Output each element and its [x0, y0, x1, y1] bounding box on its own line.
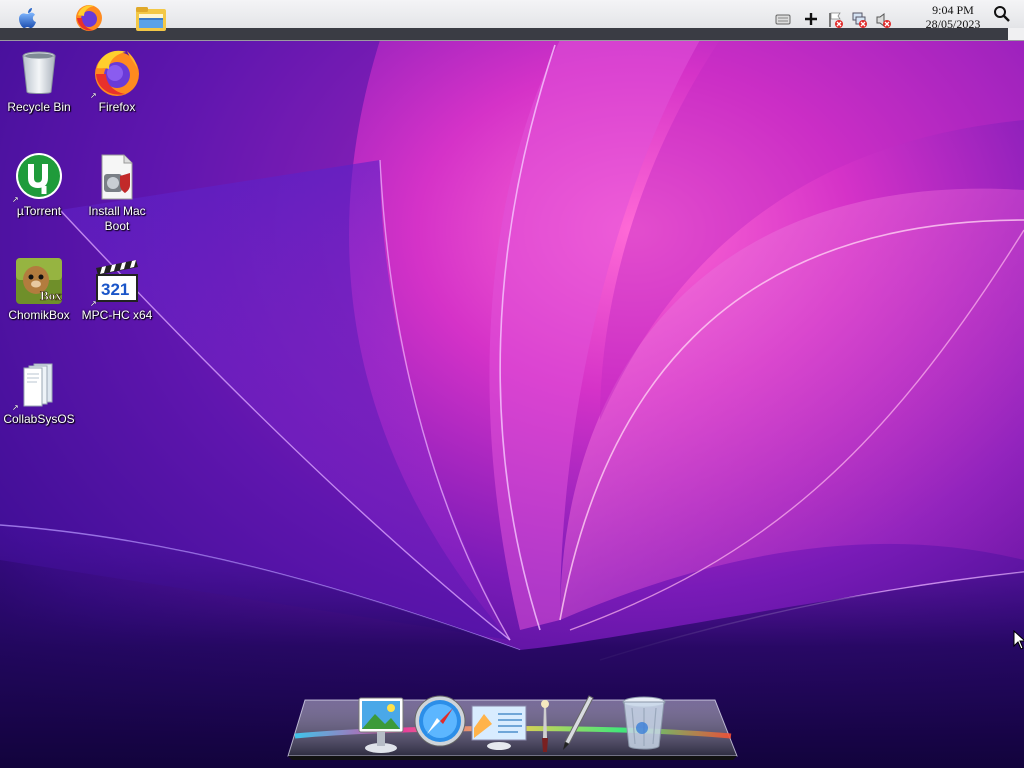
desktop-icon-chomikbox[interactable]: Box ChomikBox: [0, 256, 78, 323]
image-notes-icon[interactable]: [470, 704, 528, 757]
plus-icon[interactable]: [803, 11, 819, 27]
desktop-icon-firefox[interactable]: ↗ Firefox: [78, 48, 156, 115]
desktop-icon-label: Install Mac Boot: [88, 204, 146, 233]
shortcut-arrow-icon: ↗: [12, 403, 19, 412]
desktop-icon-label: Firefox: [98, 100, 136, 114]
desktop-wallpaper: [0, 0, 1024, 768]
keyboard-icon[interactable]: [775, 11, 791, 27]
safari-compass-icon[interactable]: [413, 694, 467, 753]
desktop-icon-utorrent[interactable]: ↗ µTorrent: [0, 152, 78, 219]
desktop-icon-install-mac-boot[interactable]: Install Mac Boot: [78, 152, 156, 234]
svg-text:Box: Box: [40, 288, 62, 303]
recycle-bin-icon: [14, 48, 64, 98]
mouse-cursor-icon: [1013, 630, 1024, 650]
flag-icon[interactable]: [827, 11, 843, 28]
firefox-icon: ↗: [90, 48, 142, 100]
mpc-hc-icon: 321 ↗: [90, 256, 142, 308]
shortcut-arrow-icon: ↗: [90, 299, 97, 308]
desktop-icon-collabsysos[interactable]: ↗ CollabSysOS: [0, 360, 78, 427]
trash-icon[interactable]: [620, 696, 668, 757]
search-icon[interactable]: [993, 5, 1010, 22]
apple-menu-icon[interactable]: [16, 4, 40, 32]
desktop-icon-mpc-hc[interactable]: 321 ↗ MPC-HC x64: [78, 256, 156, 323]
utorrent-icon: ↗: [12, 152, 64, 204]
desktop-icon-label: CollabSysOS: [3, 412, 75, 426]
clock[interactable]: 9:04 PM 28/05/2023: [908, 3, 998, 31]
top-menu-bar: 9:04 PM 28/05/2023: [0, 0, 1024, 41]
desktop-icon-label: Recycle Bin: [7, 100, 71, 114]
volume-muted-icon[interactable]: [875, 11, 891, 28]
svg-text:321: 321: [101, 280, 129, 299]
dock: [285, 690, 740, 768]
brushes-icon[interactable]: [535, 698, 555, 759]
chomikbox-icon: Box: [14, 256, 64, 306]
installer-icon: [92, 152, 142, 202]
file-explorer-icon[interactable]: [134, 4, 168, 32]
desktop-icon-label: MPC-HC x64: [81, 308, 153, 322]
firefox-icon[interactable]: [72, 4, 106, 32]
desktop-icon-label: ChomikBox: [8, 308, 70, 322]
desktop-icon-label: µTorrent: [16, 204, 62, 218]
clock-time: 9:04 PM: [932, 3, 974, 17]
clock-date: 28/05/2023: [925, 17, 981, 31]
photo-viewer-icon[interactable]: [357, 696, 405, 759]
shortcut-arrow-icon: ↗: [12, 195, 19, 204]
pen-icon[interactable]: [559, 694, 595, 757]
shortcut-arrow-icon: ↗: [90, 91, 97, 100]
desktop-icon-recycle-bin[interactable]: Recycle Bin: [0, 48, 78, 115]
top-bar-corner: [1008, 28, 1024, 40]
network-icon[interactable]: [851, 11, 867, 28]
documents-icon: ↗: [12, 360, 64, 412]
